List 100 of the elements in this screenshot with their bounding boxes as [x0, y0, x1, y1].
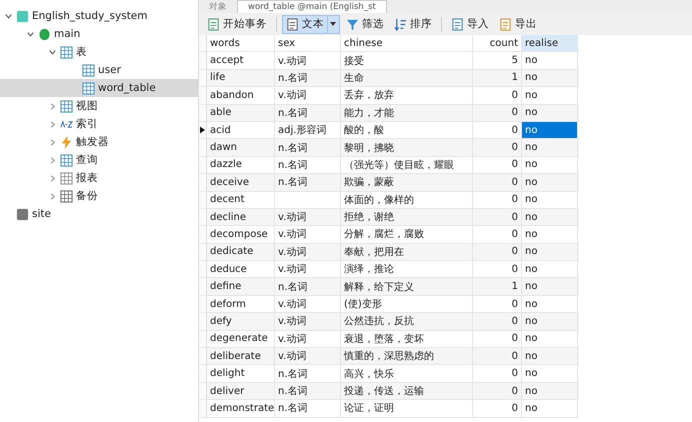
table-cell: no	[522, 87, 578, 104]
table-cell: 体面的，像样的	[341, 192, 473, 208]
column-header[interactable]: words	[207, 35, 275, 52]
table-cell: v.动词	[275, 226, 341, 243]
toolbar-icon	[346, 18, 359, 30]
tree-item[interactable]: 查询	[0, 151, 198, 169]
tree-item[interactable]: user	[0, 61, 198, 79]
toolbar-button[interactable]: 导出	[495, 14, 541, 34]
table-cell: 酸的，酸	[341, 122, 473, 138]
table-cell: no	[522, 226, 578, 243]
table-cell: define	[207, 278, 275, 295]
toolbar-button[interactable]: 筛选	[342, 14, 388, 34]
tree-item[interactable]: main	[0, 25, 198, 43]
tree-item[interactable]: 报表	[0, 169, 198, 187]
table-cell: 奉献，把用在	[341, 244, 473, 260]
table-row[interactable]: define n.名词 解释，给下定义 1 no	[199, 278, 579, 296]
column-header[interactable]: sex	[275, 35, 341, 52]
toolbar-icon	[286, 18, 299, 30]
table-cell: 0	[473, 400, 522, 417]
table-cell: v.动词	[275, 52, 341, 69]
table-cell: n.名词	[275, 70, 341, 86]
tree-item[interactable]: word_table	[0, 79, 198, 97]
toolbar-button[interactable]: 文本	[282, 14, 340, 34]
table-cell: 高兴，快乐	[341, 365, 473, 382]
tree-item[interactable]: English_study_system	[0, 7, 198, 25]
table-cell: dawn	[207, 139, 275, 156]
lightning-icon	[60, 136, 73, 148]
table-cell: no	[522, 382, 578, 400]
chevron-icon[interactable]	[48, 48, 57, 56]
table-icon	[60, 46, 73, 58]
table-cell: 0	[473, 87, 522, 104]
node-icon	[60, 172, 73, 184]
node-icon	[16, 208, 29, 220]
toolbar-button[interactable]: 开始事务	[203, 14, 271, 34]
table-cell: n.名词	[275, 174, 341, 191]
column-header[interactable]: realise	[522, 35, 578, 52]
table-cell: 0	[473, 244, 522, 260]
node-icon	[60, 118, 73, 130]
table-cell: 衰退，堕落，变坏	[341, 330, 473, 348]
table-cell: v.动词	[275, 261, 341, 278]
table-row[interactable]: deliver n.名词 投递，传送，运输 0 no	[199, 382, 579, 400]
chevron-icon[interactable]	[26, 30, 35, 38]
table-cell: no	[522, 278, 578, 295]
table-cell: dedicate	[207, 244, 275, 260]
table-cell: adj.形容词	[275, 122, 341, 138]
table-row[interactable]: able n.名词 能力，才能 0 no	[199, 104, 579, 122]
table-cell: n.名词	[275, 156, 341, 174]
table-cell: （强光等）使目眩，耀眼	[341, 156, 473, 174]
node-icon	[16, 10, 29, 22]
table-row[interactable]: defy v.动词 公然违抗，反抗 0 no	[199, 313, 579, 331]
table-cell: no	[522, 174, 578, 191]
table-cell: v.动词	[275, 296, 341, 312]
table-cell: no	[522, 348, 578, 364]
table-row[interactable]: deceive n.名词 欺骗，蒙蔽 0 no	[199, 174, 579, 192]
column-header[interactable]: chinese	[341, 35, 473, 52]
table-cell: n.名词	[275, 139, 341, 156]
table-row[interactable]: life n.名词 生命 1 no	[199, 70, 579, 88]
table-cell: no	[522, 330, 578, 348]
table-cell: 0	[473, 296, 522, 312]
table-cell: acid	[207, 122, 275, 138]
table-cell: 解释，给下定义	[341, 278, 473, 295]
toolbar-button[interactable]: 导入	[447, 14, 493, 34]
table-cell: 1	[473, 278, 522, 295]
table-cell: 拒绝，谢绝	[341, 208, 473, 226]
table-cell: 5	[473, 52, 522, 69]
table-cell: no	[522, 208, 578, 226]
chevron-icon[interactable]	[4, 12, 13, 20]
table-cell: 0	[473, 192, 522, 208]
tree-item[interactable]: 视图	[0, 97, 198, 115]
table-cell: n.名词	[275, 400, 341, 417]
table-cell: defy	[207, 313, 275, 330]
table-row[interactable]: demonstrate n.名词 论证，证明 0 no	[199, 400, 579, 418]
table-cell: decline	[207, 208, 275, 226]
tree-item[interactable]: 索引	[0, 115, 198, 133]
table-cell: n.名词	[275, 104, 341, 121]
table-cell: no	[522, 139, 578, 156]
table-cell: abandon	[207, 87, 275, 104]
tree-item[interactable]: site	[0, 205, 198, 223]
table-cell: 0	[473, 226, 522, 243]
table-cell: 黎明，拂晓	[341, 139, 473, 156]
toolbar-icon	[499, 18, 512, 30]
tree-item[interactable]: 触发器	[0, 133, 198, 151]
table-cell: 公然违抗，反抗	[341, 313, 473, 330]
caret-icon	[330, 22, 336, 26]
table-cell: decent	[207, 192, 275, 208]
table-cell: 慎重的，深思熟虑的	[341, 348, 473, 364]
toolbar-button[interactable]: 排序	[390, 14, 436, 34]
table-row[interactable]: decline v.动词 拒绝，谢绝 0 no	[199, 208, 579, 226]
table-cell: no	[522, 313, 578, 330]
tree-item[interactable]: 备份	[0, 187, 198, 205]
tab[interactable]: word_table @main (English_st	[237, 0, 387, 13]
table-row[interactable]: dedicate v.动词 奉献，把用在 0 no	[199, 244, 579, 262]
tree-item[interactable]: 表	[0, 43, 198, 61]
table-cell: demonstrate	[207, 400, 275, 417]
table-cell: 0	[473, 174, 522, 191]
table-row[interactable]: deliberate v.动词 慎重的，深思熟虑的 0 no	[199, 348, 579, 366]
table-cell: n.名词	[275, 382, 341, 400]
row-header[interactable]	[199, 122, 207, 138]
table-row[interactable]: dawn n.名词 黎明，拂晓 0 no	[199, 139, 579, 157]
table-cell: v.动词	[275, 313, 341, 330]
